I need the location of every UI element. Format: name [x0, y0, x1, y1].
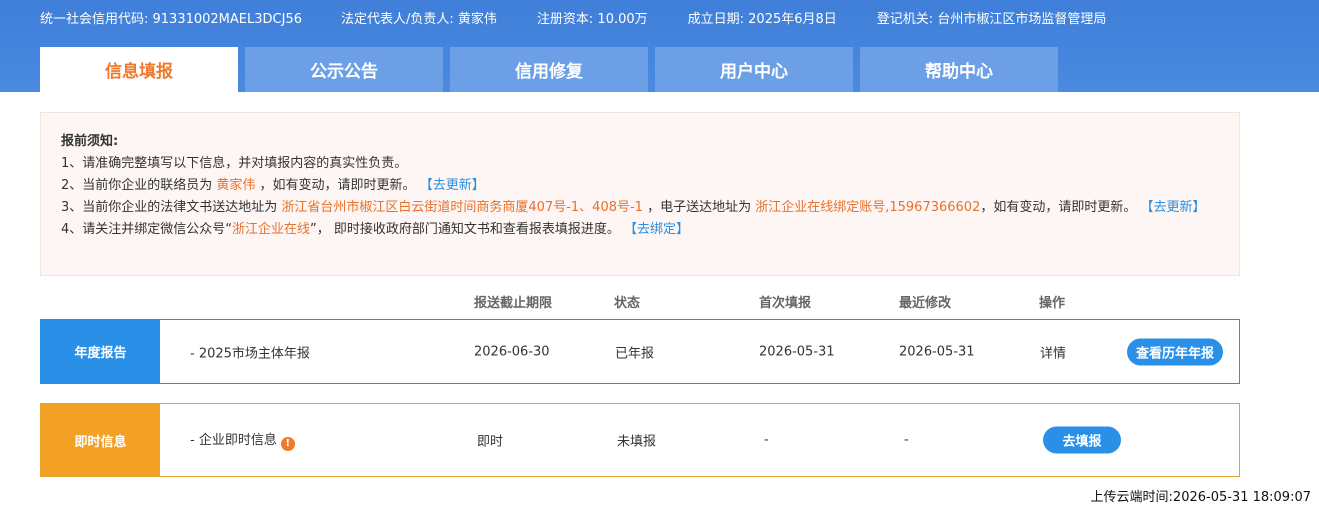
pre-report-notice: 报前须知: 1、请准确完整填写以下信息，并对填报内容的真实性负责。 2、当前你企…: [40, 112, 1240, 276]
tab-user-center[interactable]: 用户中心: [655, 47, 853, 92]
tab-credit-repair[interactable]: 信用修复: [450, 47, 648, 92]
annual-report-row: 年度报告 - 2025市场主体年报 2026-06-30 已年报 2026-05…: [40, 319, 1240, 384]
header-action: 操作: [1039, 296, 1066, 311]
annual-report-name: - 2025市场主体年报: [190, 346, 310, 361]
registration-authority: 登记机关: 台州市椒江区市场监督管理局: [876, 12, 1107, 27]
annual-status-badge: 已年报: [615, 346, 655, 361]
bind-wechat-link[interactable]: 【去绑定】: [624, 222, 689, 237]
annual-detail-link[interactable]: 详情: [1040, 342, 1066, 361]
wechat-account-name: 浙江企业在线: [232, 222, 311, 237]
tab-announcements[interactable]: 公示公告: [245, 47, 443, 92]
liaison-name: 黄家伟: [216, 178, 256, 193]
update-liaison-link[interactable]: 【去更新】: [420, 178, 485, 193]
warning-icon: !: [280, 437, 295, 451]
instant-first-fill: -: [764, 432, 769, 448]
electronic-address: 浙江企业在线绑定账号,15967366602: [755, 200, 981, 215]
update-address-link[interactable]: 【去更新】: [1141, 200, 1206, 215]
go-fill-button[interactable]: 去填报: [1043, 426, 1121, 454]
instant-info-name: - 企业即时信息: [190, 433, 277, 448]
tab-help-center[interactable]: 帮助中心: [860, 47, 1058, 92]
notice-line-1: 1、请准确完整填写以下信息，并对填报内容的真实性负责。: [61, 156, 408, 171]
header-last-modified: 最近修改: [899, 296, 952, 311]
service-address: 浙江省台州市椒江区白云街道时间商务商厦407号-1、408号-1: [281, 200, 643, 215]
instant-deadline: 即时: [477, 434, 504, 450]
annual-last-modified: 2026-05-31: [899, 344, 975, 359]
annual-report-label: 年度报告: [41, 320, 160, 383]
view-history-reports-button[interactable]: 查看历年年报: [1127, 338, 1223, 365]
notice-line-2: 2、当前你企业的联络员为 黄家伟 ，如有变动，请即时更新。 【去更新】: [61, 178, 485, 193]
annual-first-fill: 2026-05-31: [759, 344, 835, 359]
header-banner: 统一社会信用代码: 91331002MAEL3DCJ56 法定代表人/负责人: …: [0, 0, 1319, 92]
notice-title: 报前须知:: [61, 134, 119, 149]
instant-info-row: 即时信息 - 企业即时信息! 即时 未填报 - - 去填报: [40, 403, 1240, 477]
credit-code: 统一社会信用代码: 91331002MAEL3DCJ56: [40, 12, 302, 27]
header-deadline: 报送截止期限: [474, 296, 553, 311]
header-first-fill: 首次填报: [759, 296, 812, 311]
legal-representative: 法定代表人/负责人: 黄家伟: [340, 12, 497, 27]
instant-info-label: 即时信息: [41, 404, 160, 476]
notice-line-4: 4、请关注并绑定微信公众号“浙江企业在线”， 即时接收政府部门通知文书和查看报表…: [61, 222, 690, 237]
upload-time: 上传云端时间:2026-05-31 18:09:07: [1090, 490, 1311, 505]
registered-capital: 注册资本: 10.00万: [536, 12, 648, 27]
header-status: 状态: [614, 296, 641, 311]
instant-status-badge: 未填报: [617, 434, 657, 450]
annual-deadline: 2026-06-30: [474, 344, 550, 359]
tab-info-fill[interactable]: 信息填报: [40, 47, 238, 92]
establish-date: 成立日期: 2025年6月8日: [687, 12, 837, 27]
instant-info-name-cell: - 企业即时信息!: [190, 429, 295, 451]
company-info-row: 统一社会信用代码: 91331002MAEL3DCJ56 法定代表人/负责人: …: [40, 11, 1146, 29]
notice-line-3: 3、当前你企业的法律文书送达地址为 浙江省台州市椒江区白云街道时间商务商厦407…: [61, 200, 1206, 215]
table-header: 报送截止期限 状态 首次填报 最近修改 操作: [0, 292, 1319, 311]
instant-last-modified: -: [904, 432, 909, 448]
main-tabs: 信息填报 公示公告 信用修复 用户中心 帮助中心: [40, 47, 1065, 92]
